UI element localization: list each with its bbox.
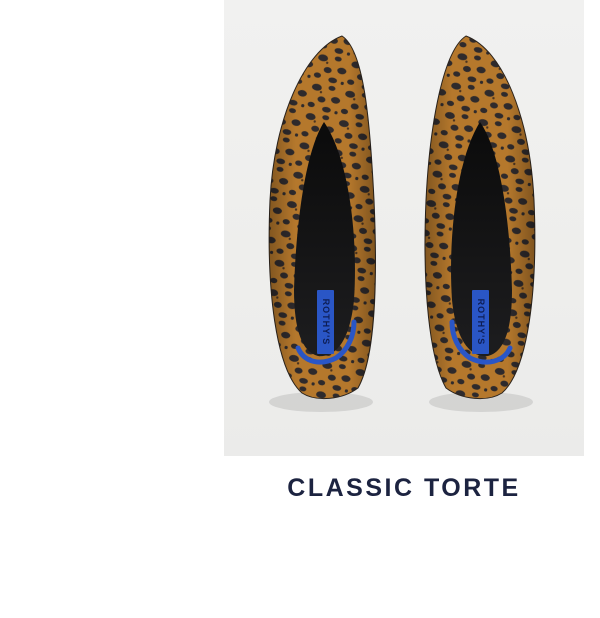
right-insole-brand: ROTHY'S bbox=[476, 299, 486, 346]
right-insole-tag: ROTHY'S bbox=[472, 290, 489, 354]
shoe-pair-illustration: ROTHY'S ROTHY'S bbox=[268, 35, 536, 412]
right-shoe: ROTHY'S bbox=[424, 35, 536, 400]
left-insole-tag: ROTHY'S bbox=[317, 290, 334, 354]
product-name[interactable]: CLASSIC TORTE bbox=[224, 474, 584, 503]
product-card[interactable]: ROTHY'S ROTHY'S CLASSIC TORTE bbox=[224, 0, 584, 540]
product-image[interactable]: ROTHY'S ROTHY'S bbox=[224, 0, 584, 456]
left-shoe: ROTHY'S bbox=[268, 35, 376, 400]
left-insole-brand: ROTHY'S bbox=[321, 299, 331, 346]
